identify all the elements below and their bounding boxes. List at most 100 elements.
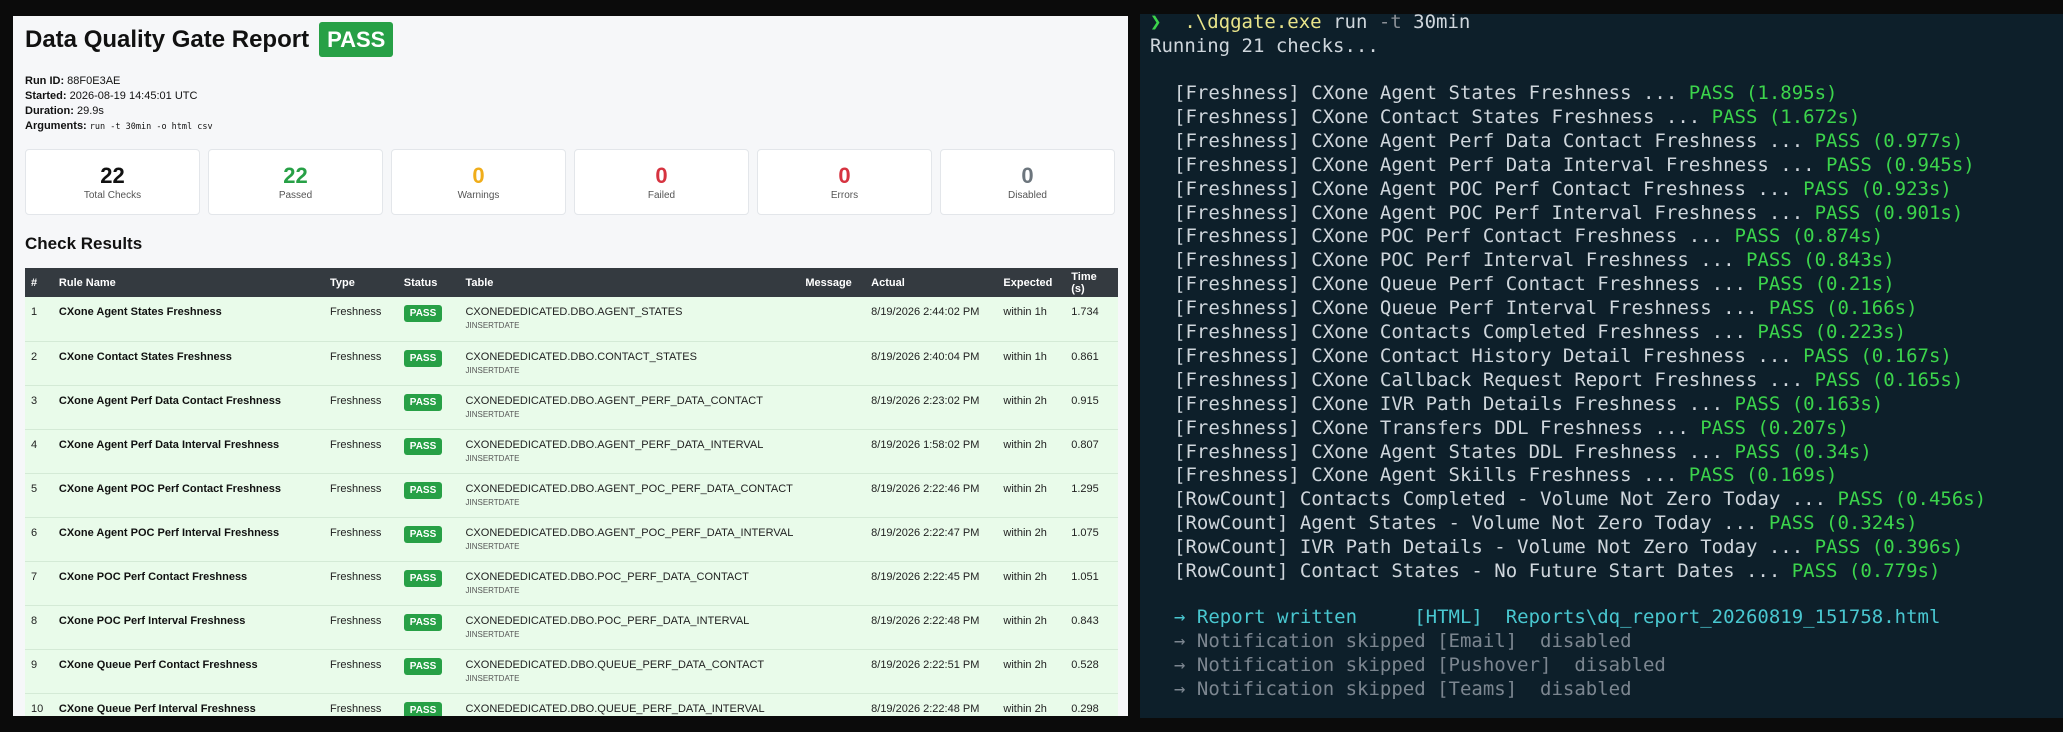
prompt-icon: ❯ [1150, 14, 1162, 33]
results-table-body: 1 CXone Agent States Freshness Freshness PA… [25, 297, 1118, 716]
stat-value: 22 [100, 163, 125, 188]
table-row[interactable]: 8 CXone POC Perf Interval Freshness Freshn… [25, 605, 1118, 649]
check-output-line: [Freshness] CXone Contact History Detail… [1174, 345, 1952, 369]
status-cell: PASS [398, 649, 460, 693]
check-result: PASS (1.672s) [1711, 105, 1861, 128]
time-value-cell: 1.051 [1071, 570, 1099, 583]
expected-value-cell: within 2h [1003, 702, 1047, 715]
stat-value: 0 [472, 163, 485, 188]
actual-value-cell: 8/19/2026 2:44:02 PM [871, 306, 980, 318]
check-label: [Freshness] CXone Agent States Freshness… [1174, 82, 1689, 104]
column-header[interactable]: Type [324, 268, 398, 297]
command-flag-value: 30min [1401, 14, 1471, 33]
status-badge: PASS [403, 569, 443, 587]
message-cell [799, 473, 865, 517]
report-written-line: → Report written [HTML] Reports\dq_repor… [1174, 606, 1941, 628]
check-output-line: [Freshness] CXone Agent States Freshness… [1174, 82, 1837, 106]
column-header[interactable]: Message [799, 268, 865, 297]
stat-label: Failed [647, 190, 676, 201]
table-row[interactable]: 2 CXone Contact States Freshness Freshness… [25, 341, 1118, 385]
terminal-window[interactable]: ❯ .\dqgate.exe run -t 30min Running 21 c… [1140, 14, 2063, 718]
rule-name-cell: CXone Queue Perf Interval Freshness [58, 702, 256, 715]
table-row[interactable]: 10 CXone Queue Perf Interval Freshness Fre… [25, 693, 1118, 716]
column-header[interactable]: Table [459, 268, 799, 297]
row-number-cell: 1 [31, 306, 38, 318]
column-name: JINSERTDATE [465, 497, 520, 507]
check-output-line: [Freshness] CXone POC Perf Interval Fres… [1174, 249, 1895, 273]
duration-line: Duration: 29.9s [25, 104, 213, 119]
check-label: [RowCount] Contacts Completed - Volume N… [1174, 488, 1838, 511]
actual-value-cell: 8/19/2026 1:58:02 PM [871, 438, 980, 451]
page-title: Data Quality Gate Report [25, 25, 310, 53]
stat-label: Warnings [457, 190, 500, 201]
rule-name-cell: CXone POC Perf Interval Freshness [58, 614, 246, 627]
table-row[interactable]: 4 CXone Agent Perf Data Interval Freshnes… [25, 429, 1118, 473]
table-name: CXONEDEDICATED.DBO.AGENT_POC_PERF_DATA_I… [465, 526, 794, 539]
table-row[interactable]: 3 CXone Agent Perf Data Contact Freshness… [25, 385, 1118, 429]
check-label: [Freshness] CXone Agent States DDL Fresh… [1174, 440, 1735, 463]
column-header[interactable]: Rule Name [53, 268, 324, 297]
check-type-cell: Freshness [330, 526, 382, 539]
check-type-cell: Freshness [330, 614, 382, 627]
column-header[interactable]: # [25, 268, 53, 297]
check-result: PASS (0.945s) [1826, 153, 1975, 176]
table-name: CXONEDEDICATED.DBO.AGENT_POC_PERF_DATA_C… [465, 482, 793, 495]
results-table: # Rule Name Type Status Table Message Actual Ex… [25, 268, 1118, 716]
check-label: [Freshness] CXone Contact History Detail… [1174, 344, 1804, 367]
check-label: [Freshness] CXone POC Perf Contact Fresh… [1174, 225, 1735, 248]
stat-card: 0 Failed [574, 149, 749, 215]
column-header[interactable]: Time (s) [1065, 268, 1118, 297]
check-result: PASS (0.169s) [1688, 464, 1838, 487]
status-badge: PASS [403, 437, 443, 455]
row-number-cell: 7 [31, 570, 38, 583]
column-header[interactable]: Actual [865, 268, 997, 297]
check-label: [Freshness] CXone Contact States Freshne… [1174, 105, 1712, 128]
actual-value-cell: 8/19/2026 2:22:46 PM [871, 482, 980, 495]
check-result: PASS (0.977s) [1814, 129, 1964, 152]
check-output-line: [Freshness] CXone Callback Request Repor… [1174, 369, 1963, 393]
started-label: Started: [25, 90, 67, 102]
check-output-line: [Freshness] CXone Contacts Completed Fre… [1174, 321, 1906, 345]
table-name-cell: CXONEDEDICATED.DBO.AGENT_STATES JINSERTDA… [459, 297, 799, 341]
expected-value-cell: within 2h [1003, 394, 1047, 407]
check-label: [RowCount] Agent States - Volume Not Zer… [1174, 512, 1769, 535]
notification-line: → Notification skipped [Teams] disabled [1174, 677, 1632, 700]
table-row[interactable]: 9 CXone Queue Perf Contact Freshness Fresh… [25, 649, 1118, 693]
message-cell [799, 517, 865, 561]
table-row[interactable]: 5 CXone Agent POC Perf Contact Freshness F… [25, 473, 1118, 517]
status-cell: PASS [398, 693, 460, 716]
table-name-cell: CXONEDEDICATED.DBO.QUEUE_PERF_DATA_CONTA… [459, 649, 799, 693]
arguments-value: run -t 30min -o html csv [89, 122, 213, 132]
stat-value: 22 [283, 163, 308, 188]
started-value: 2026-08-19 14:45:01 UTC [69, 90, 198, 102]
check-output-line: [RowCount] Contacts Completed - Volume N… [1174, 488, 1986, 512]
expected-value-cell: within 2h [1003, 570, 1047, 583]
command-args: run [1321, 14, 1379, 33]
time-value-cell: 1.295 [1071, 482, 1099, 495]
check-label: [Freshness] CXone Queue Perf Interval Fr… [1174, 297, 1769, 320]
status-cell: PASS [398, 341, 460, 385]
check-label: [Freshness] CXone Agent POC Perf Interva… [1174, 201, 1815, 224]
table-row[interactable]: 1 CXone Agent States Freshness Freshness PA… [25, 297, 1118, 341]
message-cell [799, 561, 865, 605]
status-cell: PASS [398, 605, 460, 649]
row-number-cell: 3 [31, 394, 38, 407]
command-exe: .\dqgate.exe [1184, 14, 1322, 33]
table-row[interactable]: 6 CXone Agent POC Perf Interval Freshness… [25, 517, 1118, 561]
time-value-cell: 0.915 [1071, 394, 1099, 407]
check-output-line: [RowCount] IVR Path Details - Volume Not… [1174, 536, 1963, 560]
column-header[interactable]: Status [398, 268, 460, 297]
section-heading: Check Results [25, 234, 143, 253]
rule-name-cell: CXone Agent Perf Data Interval Freshness [58, 438, 280, 451]
status-badge: PASS [403, 701, 443, 716]
table-row[interactable]: 7 CXone POC Perf Contact Freshness Freshne… [25, 561, 1118, 605]
column-header[interactable]: Expected [997, 268, 1065, 297]
expected-value-cell: within 2h [1003, 614, 1047, 627]
column-name: JINSERTDATE [465, 541, 520, 551]
status-badge: PASS [403, 613, 443, 631]
status-badge: PASS [403, 305, 443, 322]
check-output-line: [Freshness] CXone Contact States Freshne… [1174, 106, 1860, 130]
run-id-value: 88F0E3AE [67, 75, 121, 87]
check-result: PASS (0.456s) [1837, 488, 1987, 511]
row-number-cell: 6 [31, 526, 38, 539]
